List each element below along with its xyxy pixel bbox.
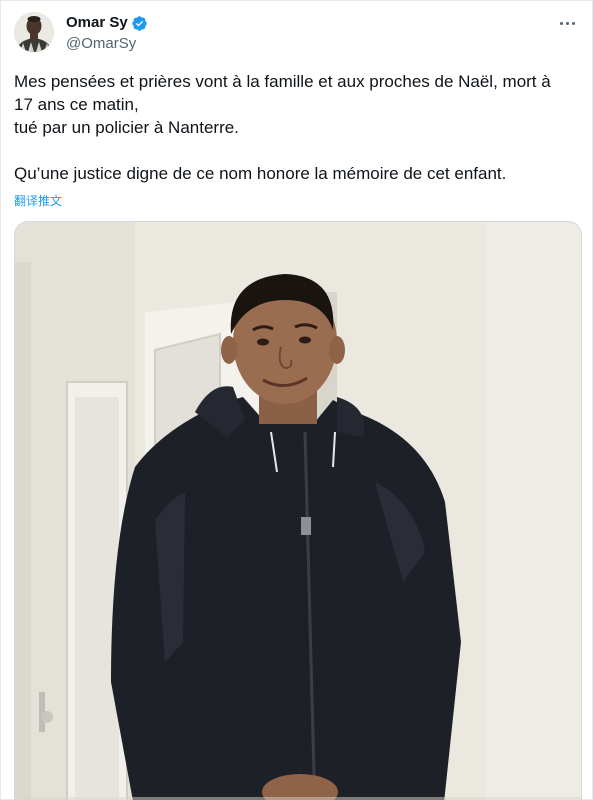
verified-badge-icon bbox=[131, 15, 148, 32]
avatar[interactable] bbox=[14, 12, 54, 52]
author-info: Omar Sy @OmarSy bbox=[66, 13, 148, 54]
translate-tweet-link[interactable]: 翻译推文 bbox=[14, 193, 62, 209]
tweet-header: Omar Sy @OmarSy bbox=[14, 12, 579, 54]
tweet-text: Mes pensées et prières vont à la famille… bbox=[14, 70, 574, 185]
tweet-card: Omar Sy @OmarSy Mes pensées et prières v… bbox=[0, 0, 593, 800]
tweet-paragraph-1: Mes pensées et prières vont à la famille… bbox=[14, 72, 551, 137]
author-handle[interactable]: @OmarSy bbox=[66, 34, 148, 54]
display-name[interactable]: Omar Sy bbox=[66, 13, 128, 33]
tweet-paragraph-2: Qu’une justice digne de ce nom honore la… bbox=[14, 164, 507, 183]
more-options-icon[interactable] bbox=[555, 14, 579, 32]
tweet-photo[interactable] bbox=[14, 221, 582, 800]
